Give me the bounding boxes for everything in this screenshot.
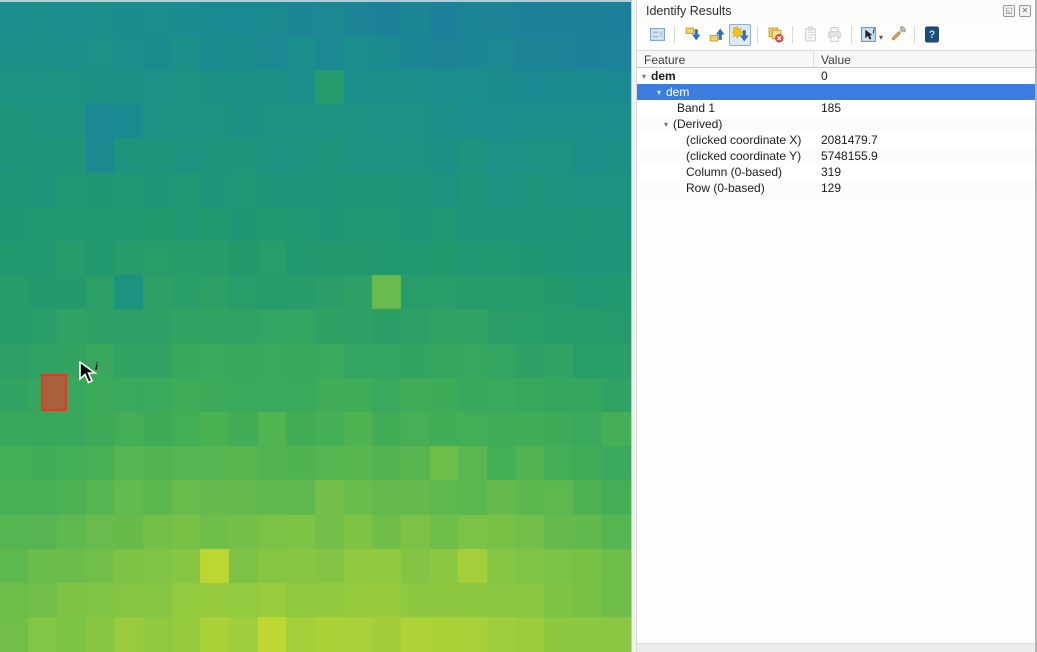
- result-row[interactable]: ▾dem: [637, 84, 1035, 100]
- toolbar-separator: [851, 26, 852, 43]
- feature-label: (Derived): [673, 117, 722, 131]
- tree-expander-icon[interactable]: ▾: [639, 72, 649, 81]
- toolbar-separator: [674, 26, 675, 43]
- feature-label: Column (0-based): [686, 165, 782, 179]
- dem-raster-layer: [0, 2, 631, 652]
- identify-mode-icon[interactable]: i: [858, 24, 880, 46]
- feature-value: 0: [814, 69, 1035, 83]
- identified-pixel-highlight: [41, 374, 67, 411]
- column-header-feature[interactable]: Feature: [637, 51, 814, 67]
- qgis-window: i Identify Results ◱ ✕ i▾? Feature Value…: [0, 0, 1037, 652]
- print-response-icon: [823, 24, 845, 46]
- result-row[interactable]: Column (0-based) 319: [637, 164, 1035, 180]
- map-canvas[interactable]: i: [0, 0, 631, 652]
- identify-toolbar: i▾?: [637, 21, 1035, 48]
- help-icon[interactable]: ?: [921, 24, 943, 46]
- feature-label: Band 1: [677, 101, 715, 115]
- toolbar-separator: [914, 26, 915, 43]
- copy-feature-icon: [799, 24, 821, 46]
- feature-label: dem: [666, 85, 689, 99]
- float-panel-icon[interactable]: ◱: [1003, 5, 1015, 17]
- toolbar-separator: [757, 26, 758, 43]
- expand-new-results-icon[interactable]: [729, 24, 751, 46]
- horizontal-scrollbar[interactable]: [637, 643, 1035, 652]
- identify-cursor-icon: i: [78, 361, 104, 389]
- feature-label: (clicked coordinate X): [686, 133, 801, 147]
- map-top-edge: [0, 0, 631, 2]
- expand-tree-icon[interactable]: [681, 24, 703, 46]
- feature-label: (clicked coordinate Y): [686, 149, 801, 163]
- clear-results-icon[interactable]: [764, 24, 786, 46]
- panel-title: Identify Results: [646, 4, 999, 18]
- identify-settings-icon[interactable]: [886, 24, 908, 46]
- result-row[interactable]: (clicked coordinate Y) 5748155.9: [637, 148, 1035, 164]
- identify-mode-icon-dropdown-caret[interactable]: ▾: [879, 33, 883, 42]
- feature-value: 185: [814, 101, 1035, 115]
- tree-expander-icon[interactable]: ▾: [661, 120, 671, 129]
- results-table-header: Feature Value: [637, 50, 1035, 68]
- feature-value: 129: [814, 181, 1035, 195]
- tree-expander-icon[interactable]: ▾: [654, 88, 664, 97]
- results-table: Feature Value ▾dem0▾demBand 1185▾(Derive…: [637, 50, 1035, 196]
- toolbar-separator: [792, 26, 793, 43]
- feature-label: dem: [651, 69, 676, 83]
- svg-text:?: ?: [929, 29, 935, 41]
- result-row[interactable]: (clicked coordinate X) 2081479.7: [637, 132, 1035, 148]
- svg-text:i: i: [95, 362, 98, 373]
- result-row[interactable]: Row (0-based) 129: [637, 180, 1035, 196]
- form-view-icon[interactable]: [646, 24, 668, 46]
- panel-titlebar: Identify Results ◱ ✕: [637, 0, 1035, 21]
- close-panel-icon[interactable]: ✕: [1019, 5, 1031, 17]
- feature-label: Row (0-based): [686, 181, 765, 195]
- collapse-tree-icon[interactable]: [705, 24, 727, 46]
- result-row[interactable]: ▾dem 0: [637, 68, 1035, 84]
- feature-value: 5748155.9: [814, 149, 1035, 163]
- identify-results-panel: Identify Results ◱ ✕ i▾? Feature Value ▾…: [637, 0, 1037, 652]
- feature-value: 319: [814, 165, 1035, 179]
- result-row[interactable]: Band 1 185: [637, 100, 1035, 116]
- column-header-value[interactable]: Value: [814, 51, 1035, 67]
- results-empty-area: [637, 196, 1035, 643]
- feature-value: 2081479.7: [814, 133, 1035, 147]
- result-row[interactable]: ▾(Derived): [637, 116, 1035, 132]
